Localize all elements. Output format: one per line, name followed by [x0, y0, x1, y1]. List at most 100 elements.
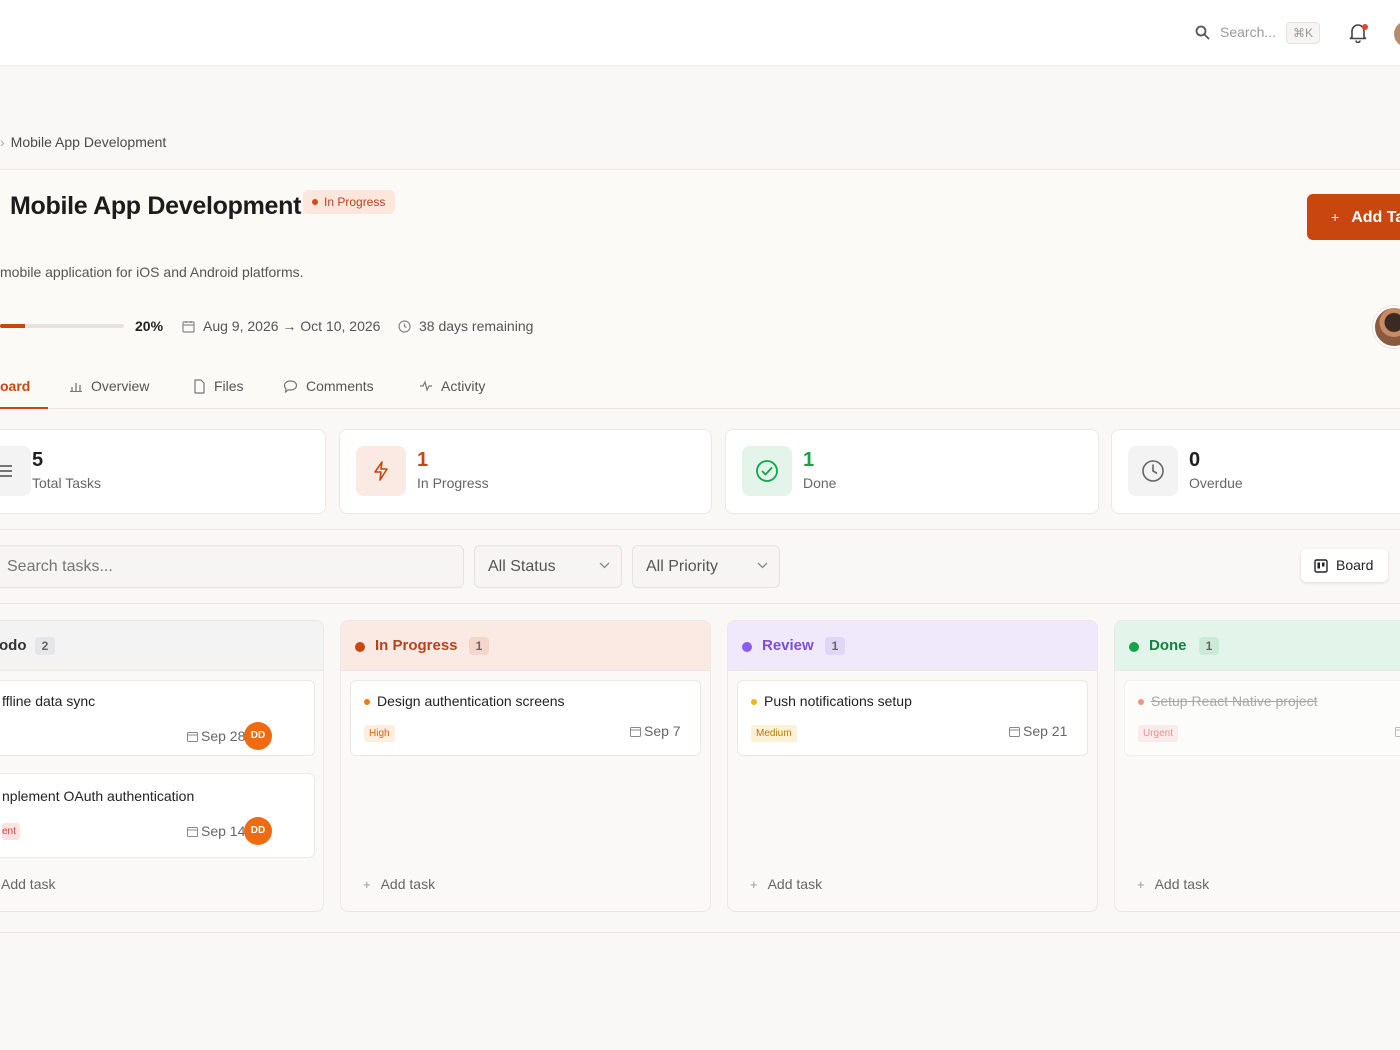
progress-bar — [0, 324, 124, 328]
calendar-icon — [182, 320, 195, 333]
stat-value: 5 — [32, 449, 44, 471]
column-title: odo — [0, 637, 27, 654]
board-bottom-divider — [0, 932, 1400, 933]
tab-activity[interactable]: Activity — [419, 370, 485, 409]
add-task-link[interactable]: + Add task — [750, 876, 822, 892]
calendar-icon — [187, 732, 198, 742]
stat-label: Total Tasks — [32, 475, 101, 491]
due-date: Sep 28 — [187, 728, 245, 744]
progress-fill — [0, 324, 25, 328]
stat-card-total: 5 Total Tasks — [0, 429, 326, 514]
stat-card-overdue: 0 Overdue — [1111, 429, 1400, 514]
chevron-down-icon — [599, 562, 610, 569]
add-task-link[interactable]: + Add task — [1137, 876, 1209, 892]
calendar-icon — [1395, 727, 1400, 737]
global-search-input[interactable]: Search... — [1220, 24, 1276, 40]
column-header: Done 1 — [1115, 621, 1400, 671]
column-status-dot — [742, 642, 752, 652]
stat-value: 1 — [803, 449, 815, 471]
priority-badge: ent — [2, 823, 20, 840]
column-header: Review 1 — [728, 621, 1097, 671]
column-title: In Progress — [375, 637, 458, 654]
task-card[interactable]: ffline data sync Sep 28 DD — [0, 680, 315, 756]
bar-chart-icon — [70, 383, 82, 392]
stat-label: Done — [803, 475, 837, 491]
progress-percent: 20% — [135, 318, 164, 334]
task-card[interactable]: Push notifications setup Medium Sep 21 — [737, 680, 1088, 756]
add-task-button[interactable]: + Add Ta — [1307, 194, 1400, 240]
chevron-down-icon — [757, 562, 768, 569]
column-title: Done — [1149, 637, 1187, 654]
column-header: odo 2 — [0, 621, 323, 671]
search-tasks-input[interactable] — [0, 545, 464, 588]
tab-comments[interactable]: Comments — [283, 370, 374, 409]
column-count: 1 — [1199, 637, 1219, 655]
activity-icon — [420, 380, 432, 392]
tab-files[interactable]: Files — [193, 370, 244, 409]
column-count: 1 — [825, 637, 845, 655]
task-card[interactable]: Design authentication screens High Sep 7 — [350, 680, 701, 756]
tab-board[interactable]: oard — [0, 370, 30, 409]
kanban-column-review: Review 1 Push notifications setup Medium… — [727, 620, 1098, 912]
calendar-icon — [1009, 727, 1020, 737]
priority-badge: Medium — [751, 725, 797, 742]
tab-overview[interactable]: Overview — [69, 370, 149, 409]
task-title: Design authentication screens — [377, 693, 565, 709]
task-title: nplement OAuth authentication — [2, 788, 195, 804]
stat-value: 0 — [1189, 449, 1201, 471]
due-date — [1395, 723, 1400, 739]
kanban-column-in-progress: In Progress 1 Design authentication scre… — [340, 620, 711, 912]
task-title: Setup React Native project — [1151, 693, 1318, 709]
column-count: 2 — [35, 637, 55, 655]
add-task-link[interactable]: Add task — [1, 876, 55, 892]
add-task-link[interactable]: + Add task — [363, 876, 435, 892]
stat-card-done: 1 Done — [725, 429, 1099, 514]
calendar-icon — [630, 727, 641, 737]
active-tab-indicator — [0, 407, 48, 409]
column-status-dot — [355, 642, 365, 652]
task-card[interactable]: nplement OAuth authentication ent Sep 14… — [0, 773, 315, 858]
task-title: ffline data sync — [2, 693, 96, 709]
column-status-dot — [1129, 642, 1139, 652]
status-filter-select[interactable]: All Status — [474, 545, 622, 588]
priority-badge: Urgent — [1138, 725, 1179, 742]
task-card[interactable]: Setup React Native project Urgent — [1124, 680, 1400, 756]
due-date: Sep 21 — [1009, 723, 1067, 739]
check-circle-icon — [742, 446, 792, 496]
assignee-avatar[interactable]: DD — [244, 722, 272, 750]
board-icon — [1314, 559, 1328, 573]
file-icon — [194, 379, 205, 394]
column-title: Review — [762, 637, 814, 654]
clock-icon — [1128, 446, 1178, 496]
tab-bar: oard Overview Files Comments Activity — [0, 370, 1400, 409]
kanban-column-todo: odo 2 ffline data sync Sep 28 DD nplemen… — [0, 620, 324, 912]
lightning-icon — [356, 446, 406, 496]
comment-icon — [283, 380, 298, 393]
clock-icon — [398, 320, 411, 333]
board-view-button[interactable]: Board — [1301, 549, 1388, 582]
status-badge: In Progress — [303, 190, 396, 214]
due-date: Sep 14 — [187, 823, 245, 839]
days-remaining: 38 days remaining — [419, 318, 534, 334]
breadcrumb-current[interactable]: Mobile App Development — [11, 134, 167, 150]
assignee-avatar[interactable]: DD — [244, 817, 272, 845]
priority-filter-select[interactable]: All Priority — [632, 545, 780, 588]
calendar-icon — [187, 827, 198, 837]
breadcrumb: › Mobile App Development — [0, 134, 167, 150]
top-bar — [0, 0, 1400, 66]
date-range: Aug 9, 2026 → Oct 10, 2026 — [203, 318, 381, 334]
stat-label: In Progress — [417, 475, 489, 491]
priority-badge: High — [364, 725, 395, 742]
search-shortcut-hint: ⌘K — [1286, 22, 1320, 44]
page-title: Mobile App Development — [10, 192, 302, 220]
stat-card-in-progress: 1 In Progress — [339, 429, 712, 514]
project-description: mobile application for iOS and Android p… — [0, 264, 304, 280]
notification-dot — [1362, 24, 1368, 30]
stat-label: Overdue — [1189, 475, 1243, 491]
list-icon — [0, 446, 31, 496]
kanban-column-done: Done 1 Setup React Native project Urgent… — [1114, 620, 1400, 912]
search-icon[interactable] — [1195, 25, 1210, 40]
stat-value: 1 — [417, 449, 429, 471]
column-count: 1 — [469, 637, 489, 655]
due-date: Sep 7 — [630, 723, 681, 739]
